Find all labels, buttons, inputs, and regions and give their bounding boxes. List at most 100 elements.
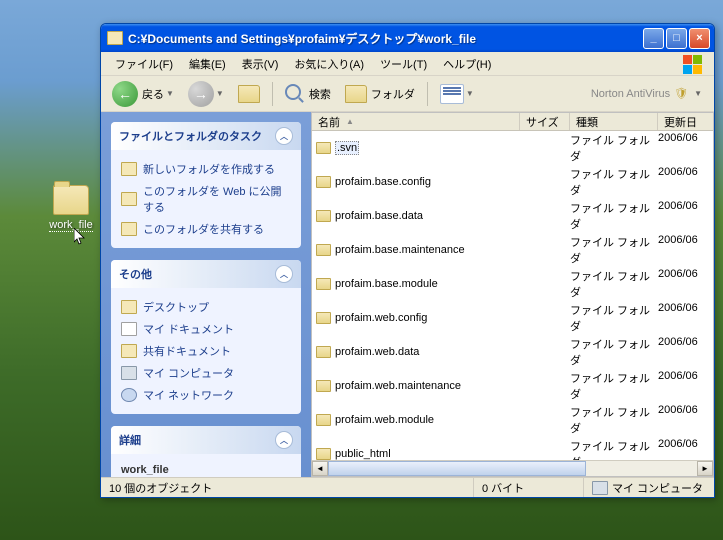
- place-icon: [121, 300, 137, 314]
- file-list[interactable]: .svnファイル フォルダ2006/06profaim.base.configフ…: [312, 131, 713, 460]
- search-label: 検索: [309, 86, 331, 102]
- menu-file[interactable]: ファイル(F): [107, 53, 181, 75]
- titlebar[interactable]: C:¥Documents and Settings¥profaim¥デスクトップ…: [101, 24, 714, 52]
- scroll-left-icon[interactable]: ◄: [312, 461, 328, 476]
- file-date: 2006/06: [658, 200, 713, 232]
- task-label: このフォルダを共有する: [143, 221, 264, 237]
- back-button[interactable]: ← 戻る ▼: [107, 78, 179, 110]
- toolbar: ← 戻る ▼ → ▼ 検索 フォルダ ▼ Norton AntiVirus 🛡 …: [101, 76, 714, 112]
- file-size: [520, 370, 570, 402]
- file-name: public_html: [335, 448, 391, 460]
- place-icon: [121, 344, 137, 358]
- horizontal-scrollbar[interactable]: ◄ ►: [312, 460, 713, 476]
- dropdown-icon: ▼: [166, 89, 174, 98]
- folder-icon: [316, 346, 331, 358]
- file-row[interactable]: profaim.base.moduleファイル フォルダ2006/06: [312, 267, 713, 301]
- task-item[interactable]: このフォルダを共有する: [121, 218, 291, 240]
- file-type: ファイル フォルダ: [570, 336, 658, 368]
- folder-icon: [316, 244, 331, 256]
- menu-edit[interactable]: 編集(E): [181, 53, 234, 75]
- up-button[interactable]: [233, 82, 265, 106]
- place-item[interactable]: デスクトップ: [121, 296, 291, 318]
- detail-panel-header[interactable]: 詳細 ︿: [111, 426, 301, 454]
- search-button[interactable]: 検索: [280, 81, 336, 107]
- file-row[interactable]: public_htmlファイル フォルダ2006/06: [312, 437, 713, 460]
- place-label: デスクトップ: [143, 299, 209, 315]
- file-date: 2006/06: [658, 336, 713, 368]
- file-date: 2006/06: [658, 438, 713, 460]
- column-headers: 名前 ▲ サイズ 種類 更新日: [312, 113, 713, 131]
- file-type: ファイル フォルダ: [570, 404, 658, 436]
- minimize-button[interactable]: _: [643, 28, 664, 49]
- scroll-right-icon[interactable]: ►: [697, 461, 713, 476]
- folder-icon: [107, 31, 123, 45]
- file-type: ファイル フォルダ: [570, 268, 658, 300]
- file-row[interactable]: profaim.web.moduleファイル フォルダ2006/06: [312, 403, 713, 437]
- task-item[interactable]: 新しいフォルダを作成する: [121, 158, 291, 180]
- file-row[interactable]: profaim.base.maintenanceファイル フォルダ2006/06: [312, 233, 713, 267]
- forward-button[interactable]: → ▼: [183, 78, 229, 110]
- task-item[interactable]: このフォルダを Web に公開する: [121, 180, 291, 218]
- menu-tools[interactable]: ツール(T): [372, 53, 435, 75]
- file-row[interactable]: profaim.web.data ファイル フォルダ2006/06: [312, 335, 713, 369]
- close-button[interactable]: ×: [689, 28, 710, 49]
- menubar: ファイル(F) 編集(E) 表示(V) お気に入り(A) ツール(T) ヘルプ(…: [101, 52, 714, 76]
- views-button[interactable]: ▼: [435, 81, 479, 107]
- detail-title: 詳細: [119, 432, 141, 448]
- file-row[interactable]: profaim.base.dataファイル フォルダ2006/06: [312, 199, 713, 233]
- menu-help[interactable]: ヘルプ(H): [435, 53, 499, 75]
- file-date: 2006/06: [658, 132, 713, 164]
- place-icon: [121, 388, 137, 402]
- file-name: profaim.web.maintenance: [335, 380, 461, 392]
- col-name[interactable]: 名前 ▲: [312, 113, 520, 130]
- task-label: このフォルダを Web に公開する: [143, 183, 291, 215]
- file-name: profaim.web.data: [335, 346, 419, 358]
- file-row[interactable]: profaim.web.maintenanceファイル フォルダ2006/06: [312, 369, 713, 403]
- file-type: ファイル フォルダ: [570, 302, 658, 334]
- file-size: [520, 132, 570, 164]
- col-size[interactable]: サイズ: [520, 113, 570, 130]
- place-label: マイ ネットワーク: [143, 387, 234, 403]
- maximize-button[interactable]: □: [666, 28, 687, 49]
- views-icon: [440, 84, 464, 104]
- file-name: profaim.web.config: [335, 312, 427, 324]
- scroll-track[interactable]: [328, 461, 697, 476]
- menu-view[interactable]: 表示(V): [234, 53, 287, 75]
- place-item[interactable]: 共有ドキュメント: [121, 340, 291, 362]
- file-row[interactable]: profaim.web.configファイル フォルダ2006/06: [312, 301, 713, 335]
- file-type: ファイル フォルダ: [570, 166, 658, 198]
- folders-button[interactable]: フォルダ: [340, 82, 420, 106]
- col-date[interactable]: 更新日: [658, 113, 713, 130]
- folder-icon: [316, 176, 331, 188]
- file-size: [520, 438, 570, 460]
- file-row[interactable]: profaim.base.configファイル フォルダ2006/06: [312, 165, 713, 199]
- window-title: C:¥Documents and Settings¥profaim¥デスクトップ…: [128, 30, 643, 47]
- tasks-panel: ファイルとフォルダのタスク ︿ 新しいフォルダを作成するこのフォルダを Web …: [111, 122, 301, 248]
- detail-name: work_file: [121, 462, 291, 477]
- norton-antivirus[interactable]: Norton AntiVirus 🛡 ▼: [591, 87, 708, 100]
- desktop-folder-workfile[interactable]: work_file: [36, 185, 106, 232]
- scroll-thumb[interactable]: [328, 461, 586, 476]
- back-arrow-icon: ←: [112, 81, 138, 107]
- dropdown-icon: ▼: [694, 89, 702, 98]
- task-label: 新しいフォルダを作成する: [143, 161, 275, 177]
- folder-icon: [316, 414, 331, 426]
- other-panel-header[interactable]: その他 ︿: [111, 260, 301, 288]
- tasks-panel-header[interactable]: ファイルとフォルダのタスク ︿: [111, 122, 301, 150]
- col-type[interactable]: 種類: [570, 113, 658, 130]
- file-type: ファイル フォルダ: [570, 200, 658, 232]
- folder-icon: [316, 448, 331, 460]
- file-name: profaim.base.maintenance: [335, 244, 465, 256]
- explorer-window: C:¥Documents and Settings¥profaim¥デスクトップ…: [100, 23, 715, 498]
- separator: [272, 82, 273, 106]
- menu-favorites[interactable]: お気に入り(A): [286, 53, 372, 75]
- place-item[interactable]: マイ ネットワーク: [121, 384, 291, 406]
- tasks-title: ファイルとフォルダのタスク: [119, 128, 262, 144]
- collapse-icon: ︿: [275, 127, 293, 145]
- windows-logo-icon: [682, 54, 710, 74]
- place-item[interactable]: マイ コンピュータ: [121, 362, 291, 384]
- file-row[interactable]: .svnファイル フォルダ2006/06: [312, 131, 713, 165]
- search-icon: [285, 84, 305, 104]
- statusbar: 10 個のオブジェクト 0 バイト マイ コンピュータ: [101, 477, 714, 497]
- place-item[interactable]: マイ ドキュメント: [121, 318, 291, 340]
